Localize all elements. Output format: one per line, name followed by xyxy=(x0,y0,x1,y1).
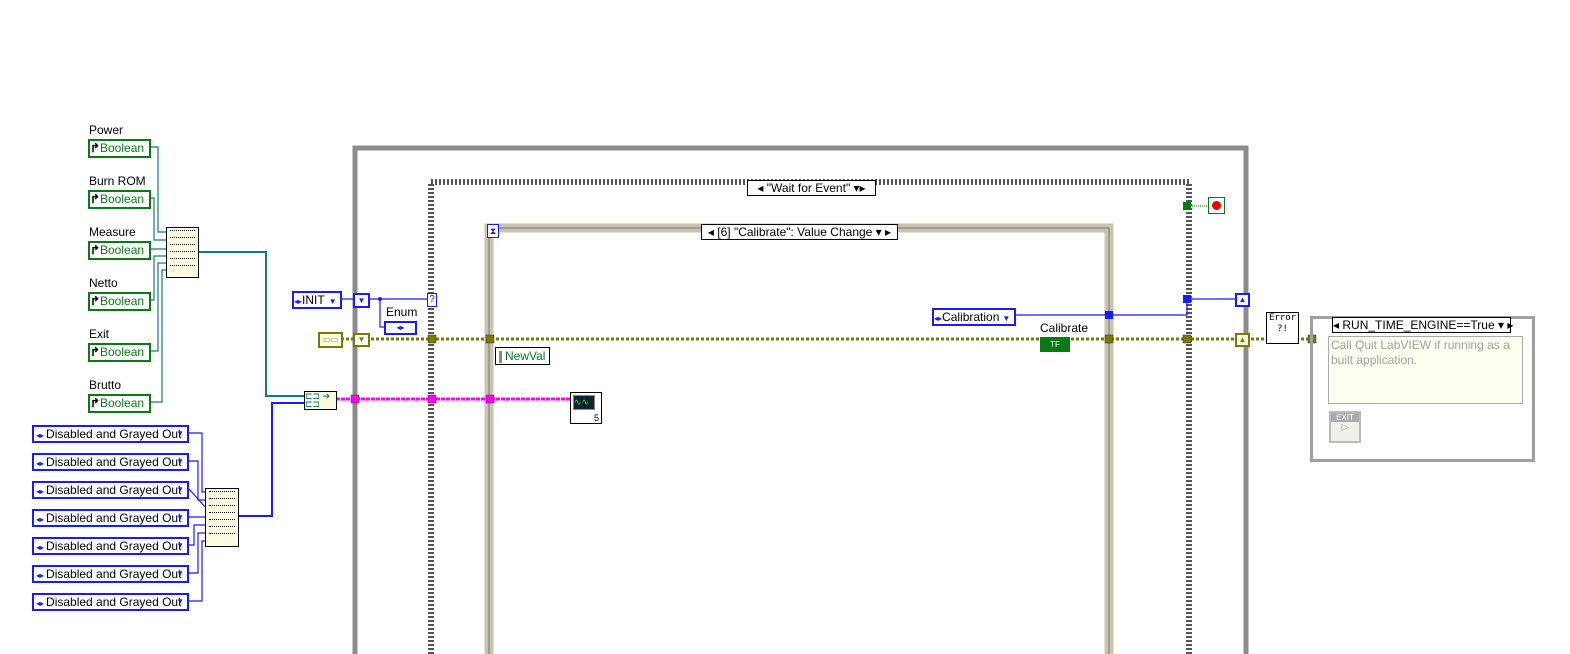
dropdown-arrow-icon: ▼ xyxy=(176,429,184,438)
ring-constant[interactable]: ◂▸ Disabled and Grayed Out ▼ xyxy=(32,537,189,555)
event-case-frame xyxy=(484,223,1114,654)
dropdown-arrow-icon: ▼ xyxy=(176,513,184,522)
simple-error-handler-icon[interactable]: Error ?! xyxy=(1266,312,1299,344)
calibration-ring[interactable]: ◂▸Calibration ▼ xyxy=(932,308,1016,326)
ring-constant[interactable]: ◂▸ Disabled and Grayed Out ▼ xyxy=(32,453,189,471)
ring-constant[interactable]: ◂▸ Disabled and Grayed Out ▼ xyxy=(32,481,189,499)
calibrate-label: Calibrate xyxy=(1040,321,1089,335)
case-selector-tunnel: ? xyxy=(427,293,437,307)
arrow-icon: ↱ xyxy=(90,141,101,155)
arrow-icon: ↱ xyxy=(90,192,101,206)
boolean-label: Burn ROM xyxy=(89,174,146,188)
ring-constant[interactable]: ◂▸ Disabled and Grayed Out ▼ xyxy=(32,565,189,583)
event-case-selector[interactable]: ◂ [6] "Calibrate": Value Change ▾ ▸ xyxy=(701,224,898,240)
case-selector[interactable]: ◂ RUN_TIME_ENGINE==True ▾ ▸ xyxy=(1332,317,1513,333)
shift-register-right-error[interactable]: ▲ xyxy=(1235,333,1250,347)
enum-label: Enum xyxy=(386,305,418,319)
stop-icon xyxy=(1212,201,1221,210)
exit-terminal[interactable]: ↱Boolean xyxy=(88,343,151,362)
newval-node[interactable]: NewVal xyxy=(495,347,550,365)
waveform-icon: ∿∿ xyxy=(573,395,595,410)
comment-label: Call Quit LabVIEW if running as a built … xyxy=(1328,336,1523,404)
boolean-label: Exit xyxy=(89,327,110,341)
dropdown-arrow-icon: ▼ xyxy=(1002,314,1011,323)
dropdown-arrow-icon: ▼ xyxy=(176,485,184,494)
arrow-icon: ↱ xyxy=(90,396,101,410)
build-array-node-2[interactable] xyxy=(205,488,239,547)
brutto-terminal[interactable]: ↱Boolean xyxy=(88,394,151,413)
netto-terminal[interactable]: ↱Boolean xyxy=(88,292,151,311)
calibrate-terminal[interactable]: TF xyxy=(1040,337,1070,352)
shift-register-right-enum[interactable]: ▲ xyxy=(1235,293,1250,307)
arrow-icon: ↱ xyxy=(90,243,101,257)
stop-condition[interactable] xyxy=(1208,197,1225,214)
dropdown-arrow-icon: ▼ xyxy=(176,541,184,550)
build-array-node[interactable] xyxy=(166,227,199,278)
ring-constant[interactable]: ◂▸ Disabled and Grayed Out ▼ xyxy=(32,509,189,527)
hourglass-timeout-icon[interactable]: ⧗ xyxy=(487,224,499,238)
error-cluster-constant[interactable]: ▭▭ xyxy=(318,332,343,348)
enum-indicator[interactable]: ◂▸ xyxy=(384,321,417,335)
graph-property-node[interactable]: ∿∿ 5 xyxy=(570,392,602,424)
bundle-node[interactable]: ⊏⊐ ➔ ⊏⊐ xyxy=(304,391,337,410)
burn-rom-terminal[interactable]: ↱Boolean xyxy=(88,190,151,209)
init-enum-constant[interactable]: ◂▸INIT ▼ xyxy=(292,291,342,309)
power-terminal[interactable]: ↱Boolean xyxy=(88,139,151,158)
ring-constant[interactable]: ◂▸ Disabled and Grayed Out ▼ xyxy=(32,593,189,611)
shift-register-left-enum[interactable]: ▼ xyxy=(353,293,370,308)
dropdown-arrow-icon: ▼ xyxy=(176,457,184,466)
boolean-label: Brutto xyxy=(89,378,122,392)
boolean-label: Netto xyxy=(89,276,118,290)
dropdown-arrow-icon: ▼ xyxy=(176,597,184,606)
boolean-label: Measure xyxy=(89,225,136,239)
arrow-icon: ↱ xyxy=(90,345,101,359)
arrow-icon: ↱ xyxy=(90,294,101,308)
dropdown-arrow-icon: ▼ xyxy=(328,297,337,306)
shift-register-left-error[interactable]: ▼ xyxy=(353,333,370,347)
event-structure xyxy=(428,179,1192,654)
dropdown-arrow-icon: ▼ xyxy=(176,569,184,578)
measure-terminal[interactable]: ↱Boolean xyxy=(88,241,151,260)
quit-labview-icon[interactable]: EXIT ▷ xyxy=(1329,411,1361,443)
boolean-label: Power xyxy=(89,123,124,137)
ring-constant[interactable]: ◂▸ Disabled and Grayed Out ▼ xyxy=(32,425,189,443)
event-selector[interactable]: ◂ "Wait for Event" ▾▸ xyxy=(747,180,876,196)
